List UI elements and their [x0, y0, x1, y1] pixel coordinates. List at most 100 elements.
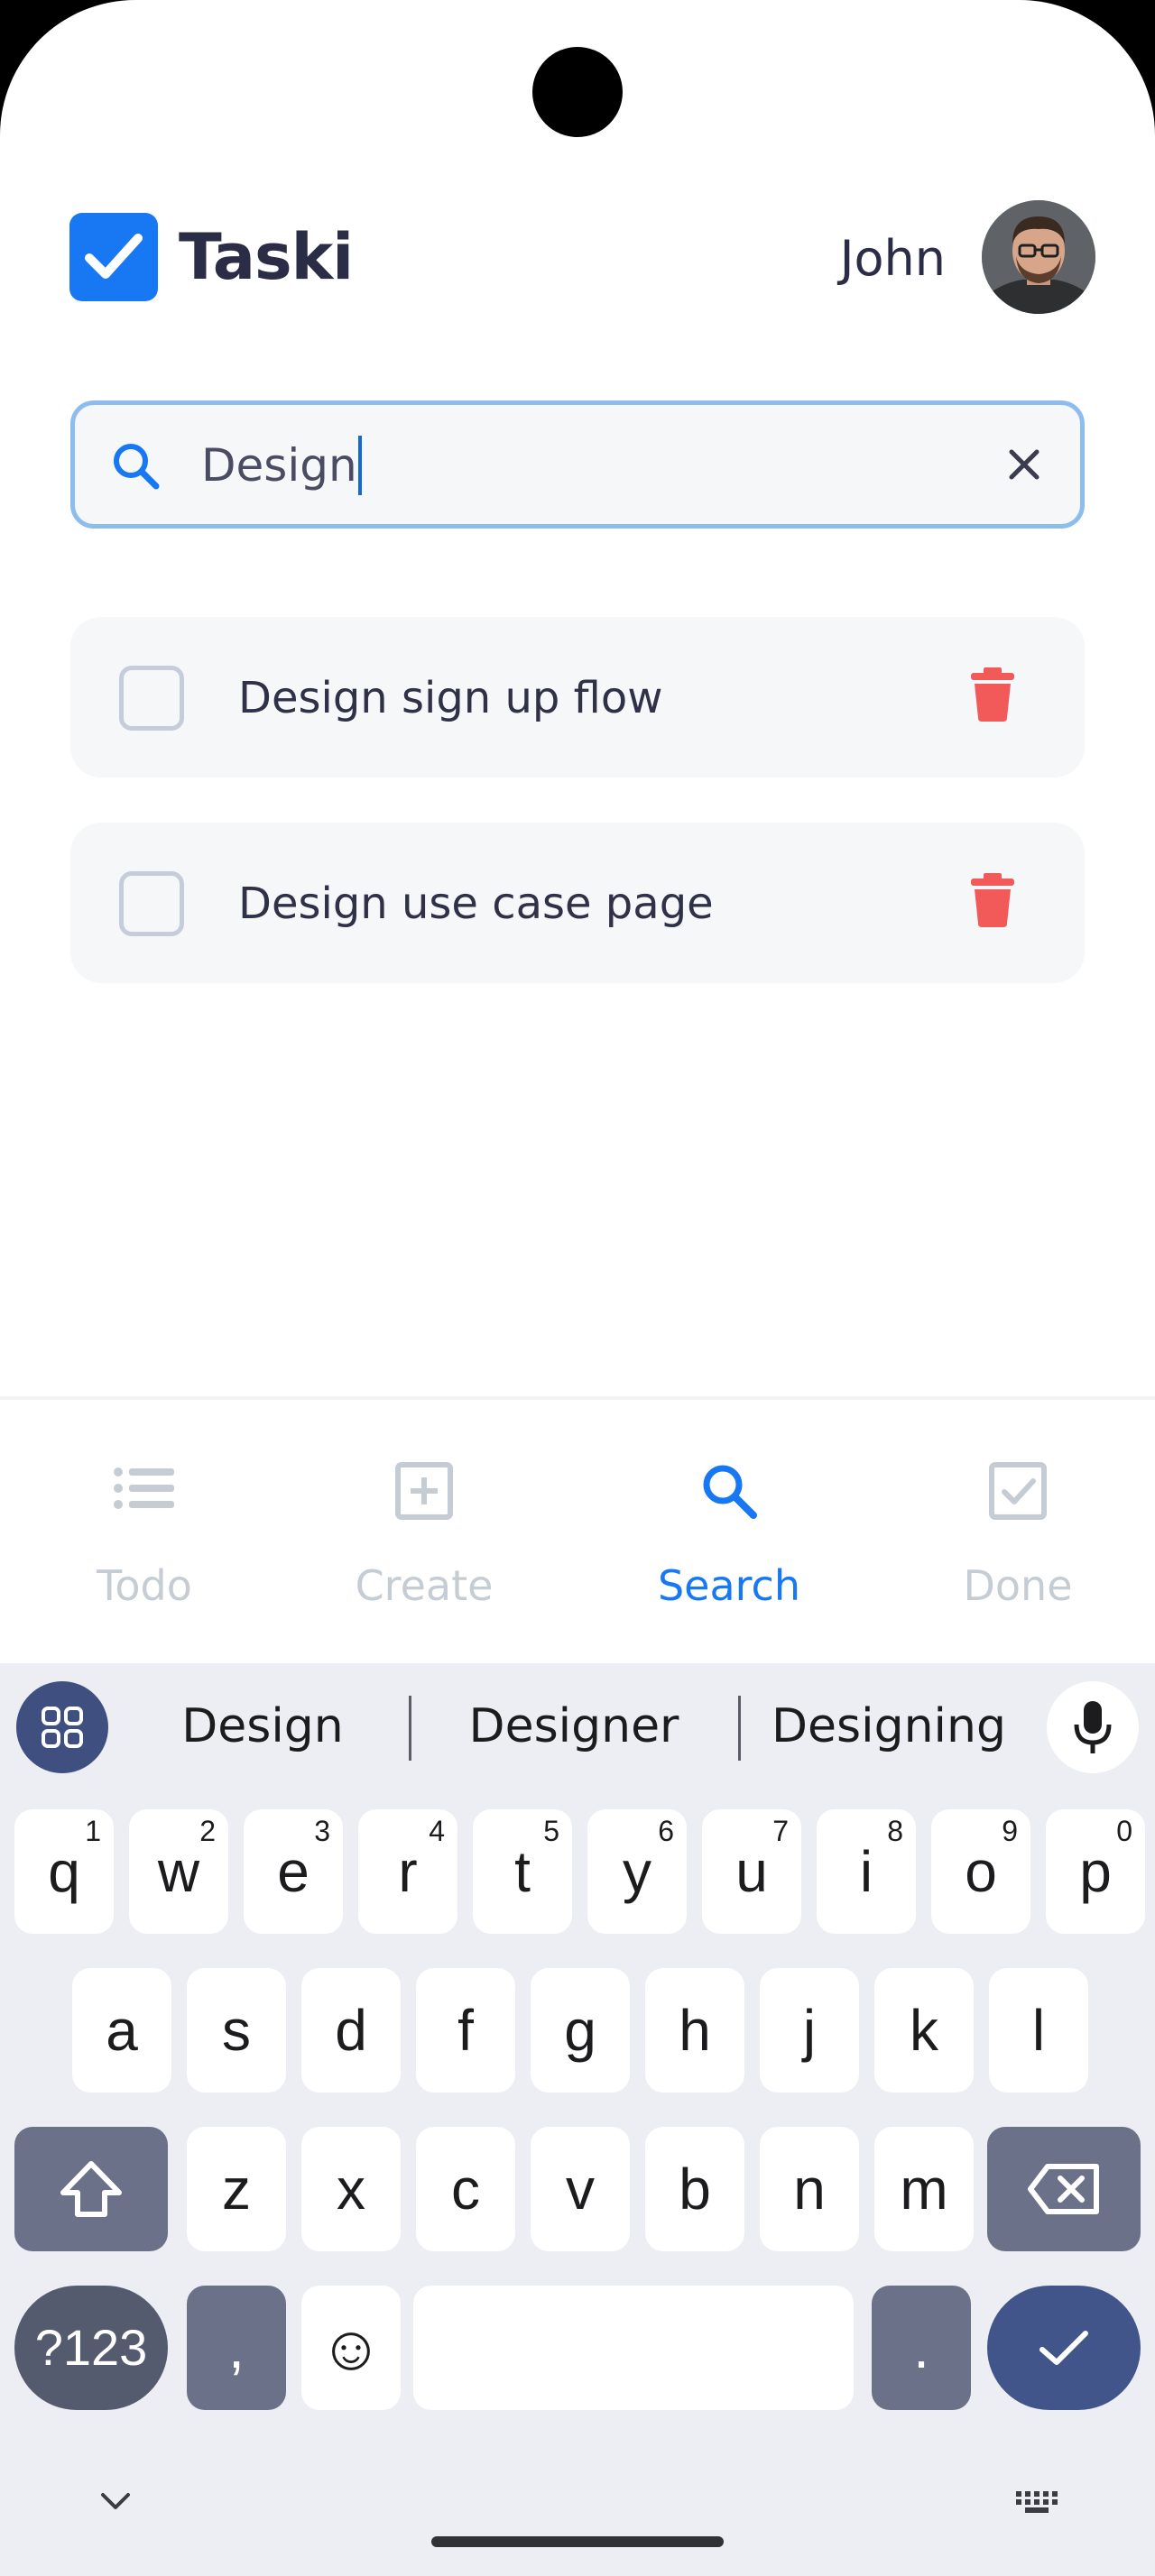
trash-icon[interactable]: [971, 873, 1014, 927]
nav-search[interactable]: Search: [585, 1400, 873, 1667]
nav-label: Create: [355, 1561, 494, 1610]
space-key[interactable]: [413, 2286, 854, 2410]
key-hint: 9: [1002, 1815, 1018, 1847]
key-o[interactable]: o9: [931, 1809, 1030, 1934]
user-name: John: [839, 230, 946, 287]
task-checkbox[interactable]: [119, 666, 184, 731]
key-hint: 3: [314, 1815, 330, 1847]
nav-label: Done: [963, 1561, 1073, 1610]
key-q[interactable]: q1: [14, 1809, 114, 1934]
nav-create[interactable]: Create: [280, 1400, 568, 1667]
key-w[interactable]: w2: [129, 1809, 228, 1934]
clear-icon[interactable]: [1004, 445, 1044, 484]
check-icon: [85, 234, 143, 279]
key-f[interactable]: f: [416, 1968, 515, 2093]
phone-screen: Taski John Design Design sign up flow De…: [0, 0, 1155, 2576]
key-z[interactable]: z: [187, 2127, 286, 2251]
microphone-icon: [1074, 1701, 1112, 1753]
key-l[interactable]: l: [989, 1968, 1088, 2093]
search-icon: [114, 444, 160, 490]
key-hint: 6: [658, 1815, 674, 1847]
enter-key[interactable]: [987, 2286, 1141, 2410]
key-hint: 0: [1116, 1815, 1132, 1847]
backspace-key[interactable]: [987, 2127, 1141, 2251]
task-item[interactable]: Design use case page: [70, 823, 1085, 983]
home-indicator[interactable]: [431, 2536, 724, 2547]
key-x[interactable]: x: [301, 2127, 401, 2251]
nav-label: Search: [657, 1561, 801, 1610]
keyboard-menu-button[interactable]: [16, 1681, 108, 1773]
key-h[interactable]: h: [645, 1968, 744, 2093]
key-label: u: [735, 1839, 768, 1904]
task-item[interactable]: Design sign up flow: [70, 617, 1085, 777]
keyboard-icon[interactable]: [1014, 2489, 1061, 2515]
check-icon: [1040, 2331, 1088, 2365]
suggestion-item[interactable]: Design: [135, 1690, 390, 1762]
period-key[interactable]: .: [872, 2286, 971, 2410]
symbols-key[interactable]: ?123: [14, 2286, 168, 2410]
key-n[interactable]: n: [760, 2127, 859, 2251]
nav-label: Todo: [97, 1561, 192, 1610]
task-checkbox[interactable]: [119, 871, 184, 936]
list-icon: [114, 1467, 174, 1509]
user-photo: [982, 200, 1095, 314]
emoji-icon: ☺: [319, 2313, 383, 2383]
nav-done[interactable]: Done: [873, 1400, 1155, 1667]
emoji-key[interactable]: ☺: [301, 2286, 401, 2410]
key-label: r: [398, 1839, 418, 1904]
suggestion-item[interactable]: Designing: [758, 1690, 1020, 1762]
key-k[interactable]: k: [874, 1968, 974, 2093]
text-caret: [357, 436, 362, 495]
search-input-value: Design: [201, 439, 357, 492]
key-m[interactable]: m: [874, 2127, 974, 2251]
key-e[interactable]: e3: [244, 1809, 343, 1934]
key-label: w: [157, 1839, 200, 1904]
comma-key[interactable]: ,: [187, 2286, 286, 2410]
app-logo: [69, 213, 158, 301]
chevron-down-icon[interactable]: [99, 2491, 132, 2513]
key-label: o: [965, 1839, 997, 1904]
key-j[interactable]: j: [760, 1968, 859, 2093]
key-label: y: [623, 1839, 651, 1904]
bottom-navigation: Todo Create Search Done: [0, 1396, 1155, 1663]
key-s[interactable]: s: [187, 1968, 286, 2093]
key-i[interactable]: i8: [817, 1809, 916, 1934]
search-input[interactable]: Design: [201, 430, 362, 501]
search-field[interactable]: Design: [70, 400, 1085, 529]
backspace-icon: [1028, 2164, 1099, 2214]
key-b[interactable]: b: [645, 2127, 744, 2251]
avatar[interactable]: [982, 200, 1095, 314]
key-label: t: [514, 1839, 531, 1904]
grid-icon: [42, 1707, 83, 1748]
check-square-icon: [989, 1462, 1047, 1520]
key-a[interactable]: a: [72, 1968, 171, 2093]
front-camera: [532, 47, 623, 137]
trash-icon[interactable]: [971, 667, 1014, 722]
shift-icon: [60, 2161, 122, 2217]
key-g[interactable]: g: [531, 1968, 630, 2093]
plus-square-icon: [395, 1462, 453, 1520]
key-c[interactable]: c: [416, 2127, 515, 2251]
task-label: Design sign up flow: [238, 673, 663, 723]
key-r[interactable]: r4: [358, 1809, 457, 1934]
suggestion-item[interactable]: Designer: [430, 1690, 718, 1762]
voice-input-button[interactable]: [1047, 1681, 1139, 1773]
key-t[interactable]: t5: [473, 1809, 572, 1934]
app-title: Taski: [179, 220, 354, 294]
nav-todo[interactable]: Todo: [0, 1400, 289, 1667]
key-hint: 4: [429, 1815, 445, 1847]
key-hint: 2: [199, 1815, 216, 1847]
key-label: q: [48, 1839, 80, 1904]
suggestion-divider: [738, 1696, 741, 1761]
key-u[interactable]: u7: [702, 1809, 801, 1934]
key-y[interactable]: y6: [587, 1809, 687, 1934]
task-label: Design use case page: [238, 879, 714, 929]
key-v[interactable]: v: [531, 2127, 630, 2251]
key-label: e: [277, 1839, 310, 1904]
key-p[interactable]: p0: [1046, 1809, 1145, 1934]
key-hint: 1: [85, 1815, 101, 1847]
key-hint: 7: [772, 1815, 789, 1847]
shift-key[interactable]: [14, 2127, 168, 2251]
on-screen-keyboard: Design Designer Designing q1 w2 e3 r4 t5…: [0, 1663, 1155, 2576]
key-d[interactable]: d: [301, 1968, 401, 2093]
